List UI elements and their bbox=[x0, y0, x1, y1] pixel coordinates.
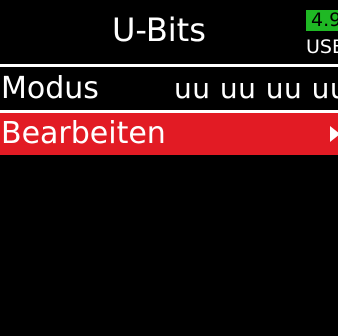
menu-item-label: Bearbeiten bbox=[1, 116, 166, 151]
empty-menu-area bbox=[0, 155, 338, 336]
power-source-label: USB bbox=[306, 36, 338, 58]
device-screen: U-Bits 4.9 USB Modus uu uu uu uu Bearbei… bbox=[0, 0, 338, 336]
menu-item-bearbeiten[interactable]: Bearbeiten bbox=[0, 113, 338, 155]
menu-item-modus[interactable]: Modus uu uu uu uu bbox=[0, 67, 338, 110]
arrow-right-icon bbox=[330, 126, 338, 142]
battery-level: 4.9 bbox=[306, 10, 338, 31]
header: U-Bits 4.9 USB bbox=[0, 0, 338, 64]
battery-indicator: 4.9 USB bbox=[306, 10, 338, 60]
menu-item-value: uu uu uu uu bbox=[174, 72, 338, 105]
menu-item-label: Modus bbox=[1, 71, 99, 106]
page-title: U-Bits bbox=[112, 11, 206, 49]
